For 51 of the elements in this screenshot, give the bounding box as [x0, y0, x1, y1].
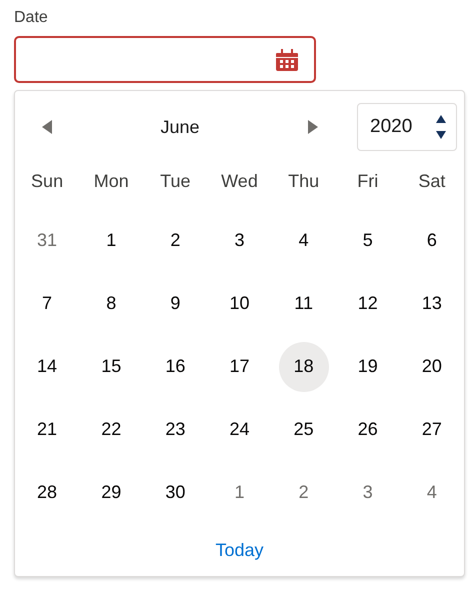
field-label: Date: [14, 8, 48, 28]
calendar-icon: [276, 48, 298, 70]
day-cell[interactable]: 27: [406, 404, 457, 454]
day-cell[interactable]: 3: [214, 216, 264, 266]
day-cell[interactable]: 14: [22, 342, 72, 392]
year-select[interactable]: 2020: [357, 103, 457, 151]
date-field[interactable]: [14, 36, 316, 83]
up-down-arrows-icon: [436, 115, 446, 139]
day-cell[interactable]: 31: [22, 216, 72, 266]
day-cell[interactable]: 7: [22, 278, 72, 328]
day-cell[interactable]: 12: [342, 278, 393, 328]
day-cell[interactable]: 5: [342, 216, 393, 266]
day-cell[interactable]: 6: [406, 216, 457, 266]
weekday-header: Thu: [287, 170, 320, 192]
weekday-header: Mon: [92, 170, 130, 192]
right-triangle-icon: [308, 120, 318, 134]
weekday-header: Tue: [159, 170, 192, 192]
day-cell[interactable]: 26: [342, 404, 393, 454]
day-cell[interactable]: 22: [86, 404, 136, 454]
day-cell[interactable]: 9: [150, 278, 200, 328]
day-cell[interactable]: 23: [150, 404, 200, 454]
day-cell[interactable]: 3: [342, 468, 393, 518]
day-cell[interactable]: 16: [150, 342, 200, 392]
day-cell[interactable]: 13: [406, 278, 457, 328]
day-cell[interactable]: 2: [150, 216, 200, 266]
day-cell[interactable]: 4: [406, 468, 457, 518]
weekday-header: Wed: [220, 170, 259, 192]
day-cell[interactable]: 1: [214, 468, 264, 518]
weekday-header: Sun: [30, 170, 64, 192]
day-cell[interactable]: 18: [278, 342, 329, 392]
left-triangle-icon: [42, 120, 52, 134]
day-cell[interactable]: 25: [278, 404, 329, 454]
month-title: June: [159, 116, 201, 138]
weekday-header: Fri: [356, 170, 380, 192]
day-cell[interactable]: 29: [86, 468, 136, 518]
day-cell[interactable]: 28: [22, 468, 72, 518]
weekday-header: Sat: [417, 170, 446, 192]
day-cell[interactable]: 30: [150, 468, 200, 518]
day-cell[interactable]: 1: [86, 216, 136, 266]
day-cell[interactable]: 11: [278, 278, 329, 328]
day-cell[interactable]: 24: [214, 404, 264, 454]
day-cell[interactable]: 15: [86, 342, 136, 392]
day-cell[interactable]: 8: [86, 278, 136, 328]
day-cell[interactable]: 4: [278, 216, 329, 266]
today-link[interactable]: Today: [215, 536, 264, 564]
day-cell[interactable]: 2: [278, 468, 329, 518]
day-cell[interactable]: 19: [342, 342, 393, 392]
day-cell[interactable]: 21: [22, 404, 72, 454]
day-cell[interactable]: 17: [214, 342, 264, 392]
day-cell[interactable]: 10: [214, 278, 264, 328]
day-cell[interactable]: 20: [406, 342, 457, 392]
